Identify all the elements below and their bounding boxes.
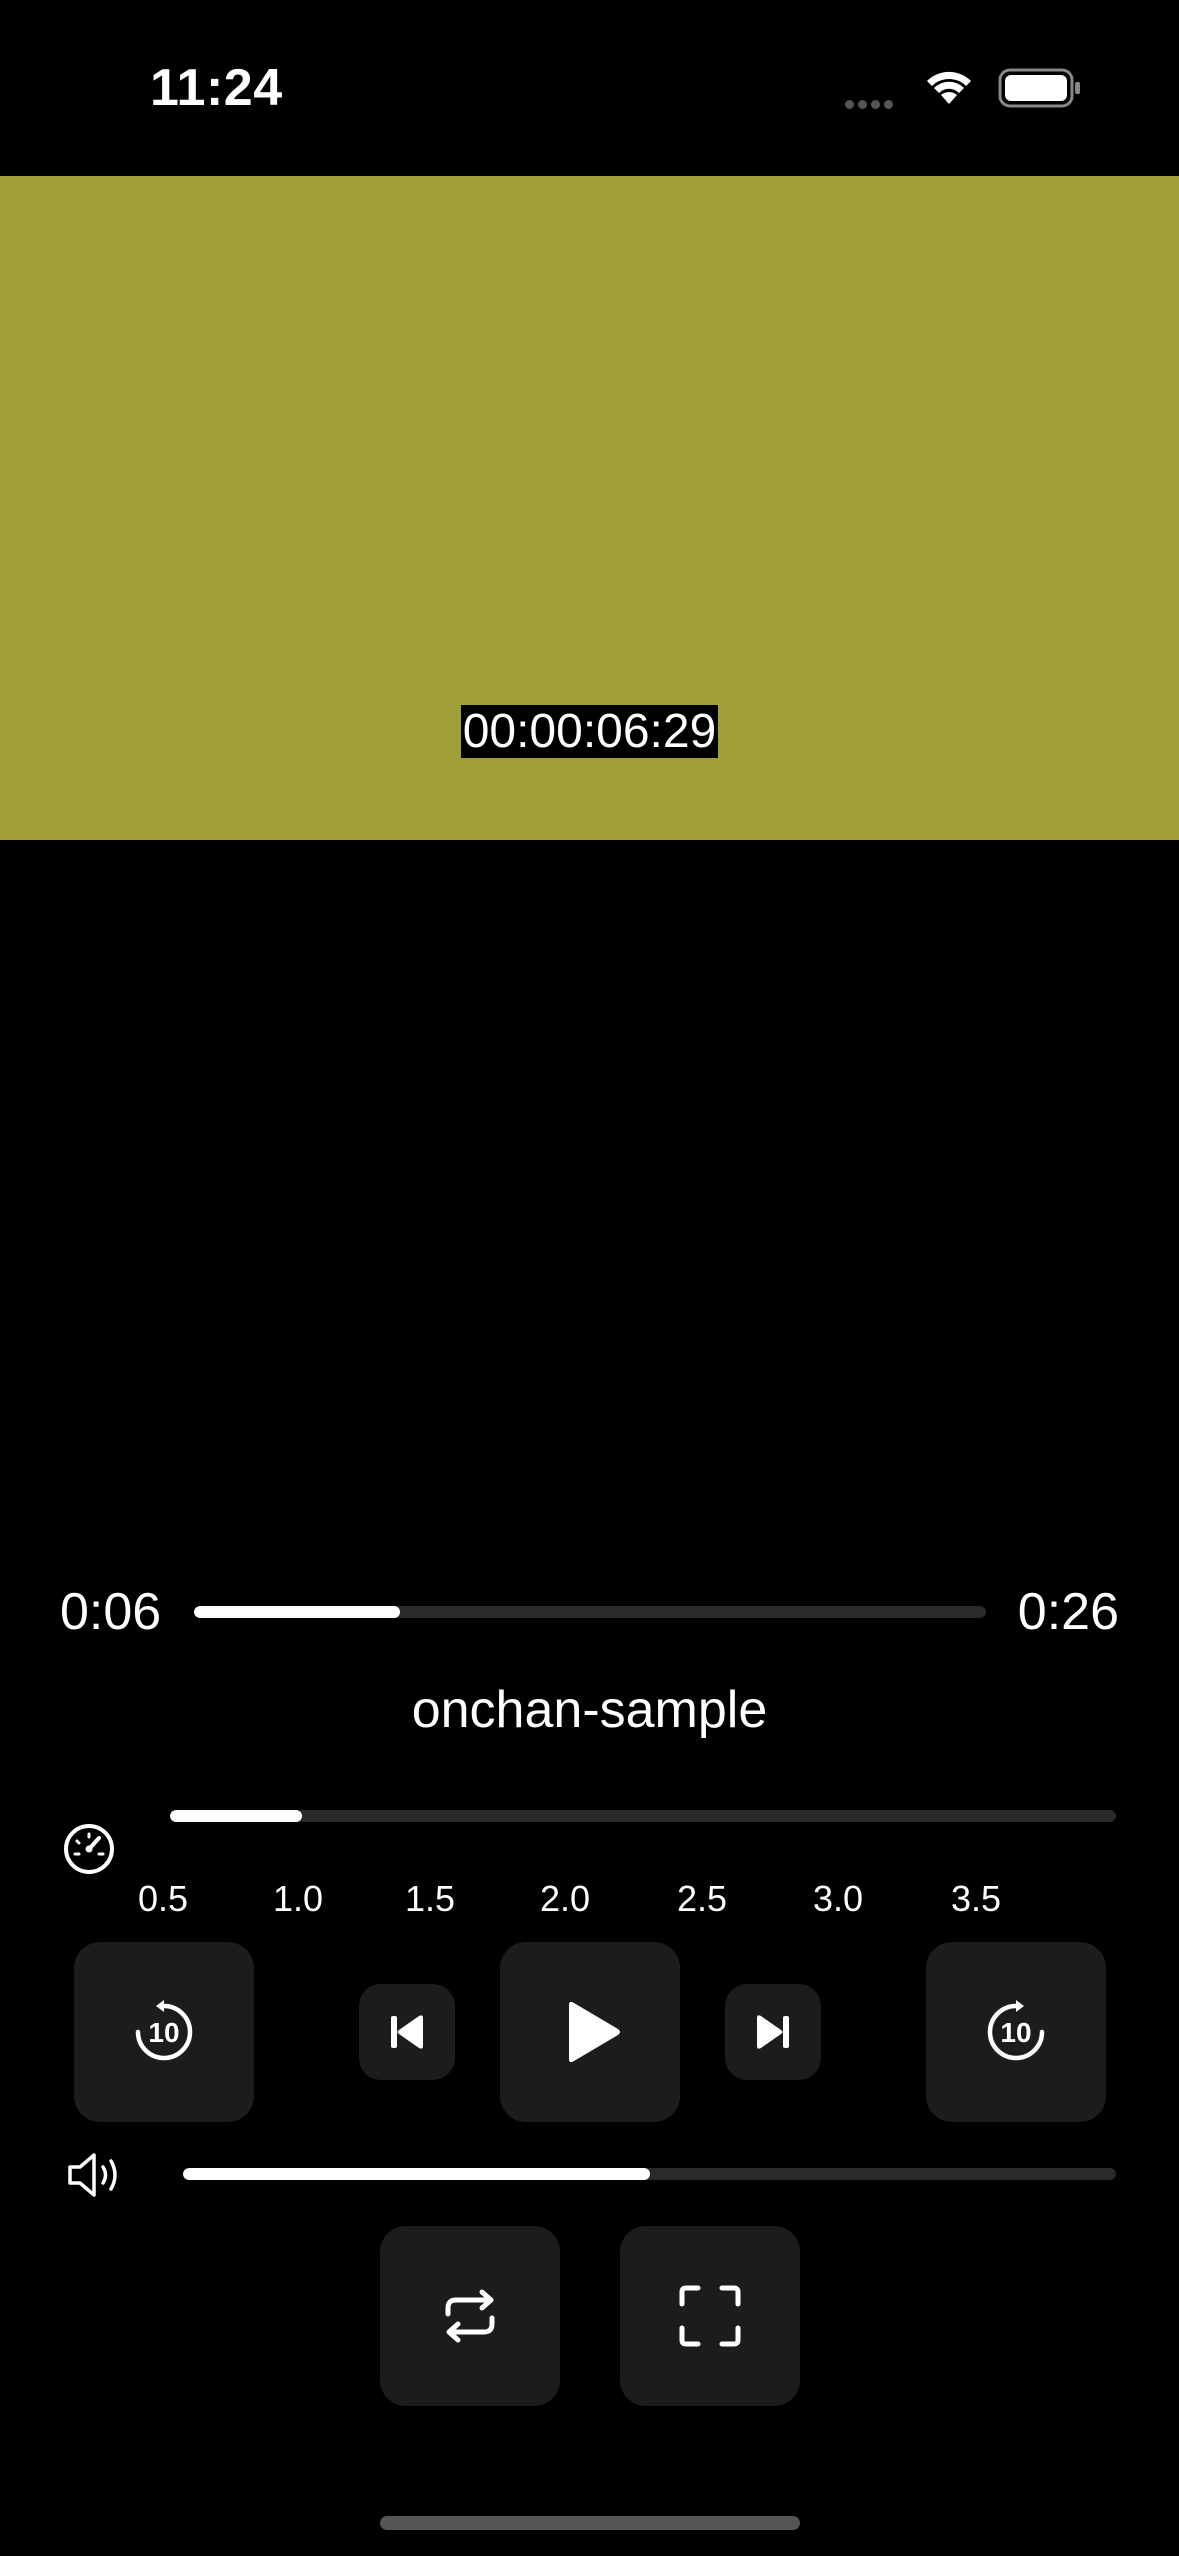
cellular-signal-icon (845, 96, 897, 114)
speed-tick: 3.0 (812, 1878, 864, 1919)
speed-tick: 1.5 (404, 1878, 456, 1919)
speed-tick: 1.0 (272, 1878, 324, 1919)
previous-track-button[interactable] (359, 1984, 455, 2080)
media-title: onchan-sample (411, 1681, 768, 1739)
forward-10-button[interactable]: 10 (926, 1942, 1106, 2122)
play-button[interactable] (500, 1942, 680, 2122)
speed-tick: 2.5 (676, 1878, 728, 1919)
speed-tick: 0.5 (137, 1878, 189, 1919)
playback-progress-fill (194, 1606, 400, 1618)
total-duration: 0:26 (1017, 1583, 1119, 1641)
next-track-button[interactable] (725, 1984, 821, 2080)
repeat-icon (445, 2289, 495, 2343)
volume-slider[interactable] (183, 2168, 1116, 2180)
goforward-10-icon: 10 (987, 2000, 1045, 2061)
play-icon (569, 2001, 620, 2063)
speed-tick: 2.0 (539, 1878, 591, 1919)
speedometer-icon (62, 1822, 116, 1881)
timecode-text: 00:00:06:29 (460, 705, 719, 758)
backward-end-icon (391, 2015, 423, 2049)
wifi-icon (925, 66, 973, 111)
playback-speed-fill (170, 1810, 303, 1822)
playback-speed-slider[interactable] (170, 1810, 1116, 1822)
repeat-button[interactable] (380, 2226, 560, 2406)
forward-end-icon (757, 2015, 789, 2049)
fullscreen-icon (679, 2285, 741, 2347)
speed-tick: 3.5 (950, 1878, 1002, 1919)
status-time: 11:24 (150, 59, 283, 117)
video-timecode-overlay: 00:00:06:29 (0, 704, 1179, 759)
gobackward-10-icon: 10 (135, 2000, 193, 2061)
volume-fill (183, 2168, 650, 2180)
home-indicator[interactable] (380, 2516, 800, 2530)
forward-seconds-label: 10 (1000, 2017, 1031, 2048)
rewind-10-button[interactable]: 10 (74, 1942, 254, 2122)
elapsed-time: 0:06 (60, 1583, 162, 1641)
playback-progress-slider[interactable] (194, 1606, 986, 1618)
battery-icon (998, 68, 1082, 113)
rewind-seconds-label: 10 (148, 2017, 179, 2048)
speaker-wave-icon (66, 2150, 128, 2205)
fullscreen-button[interactable] (620, 2226, 800, 2406)
